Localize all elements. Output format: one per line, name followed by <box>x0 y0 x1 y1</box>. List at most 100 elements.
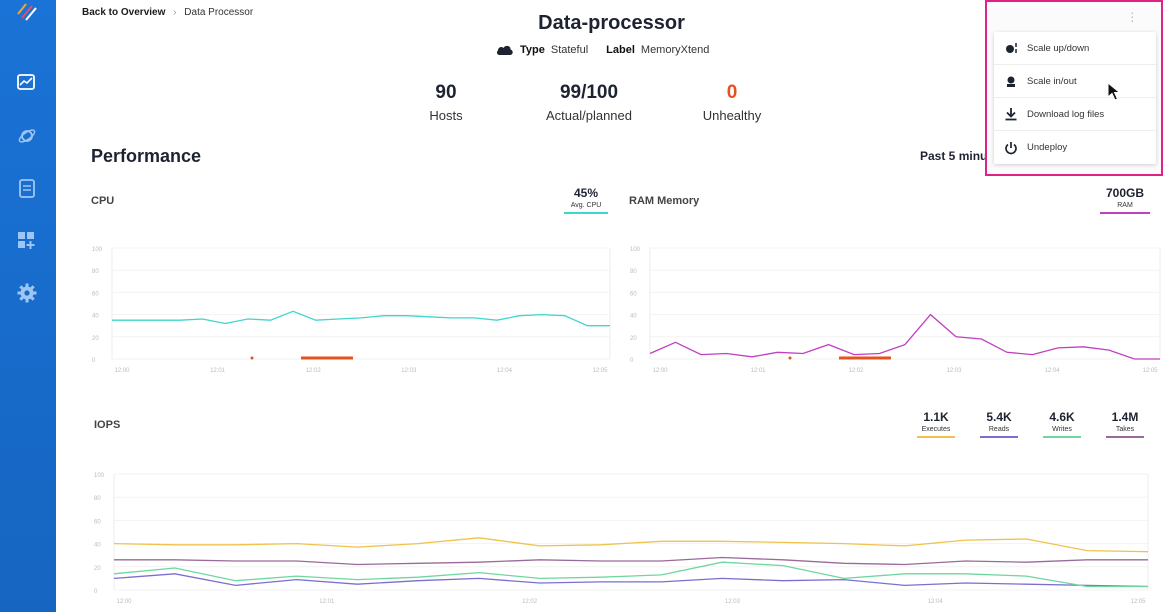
series-line <box>113 537 1149 553</box>
ram-chart: 0 20 40 60 80 100 12:00 12:01 12:02 12:03 12:04 12:… <box>630 247 1161 374</box>
alert-dot <box>250 356 254 360</box>
y-tick-label: 20 <box>94 566 101 572</box>
y-tick-label: 80 <box>94 496 101 502</box>
kpi-label: Writes <box>1052 426 1072 433</box>
kpi-legend-bar <box>917 436 955 438</box>
x-tick-label: 12:05 <box>592 368 608 374</box>
x-tick-label: 12:05 <box>1130 599 1146 605</box>
y-tick-label: 40 <box>92 314 99 320</box>
ram-kpi: 700GB RAM <box>1100 186 1150 214</box>
kpi-legend-bar <box>564 212 608 214</box>
mouse-cursor-icon <box>1107 82 1121 101</box>
kpi-value: 45% <box>573 186 599 200</box>
label-value: MemoryXtend <box>640 44 710 56</box>
actions-menu: Scale up/down Scale in/out Download log … <box>994 32 1156 164</box>
menu-item-scale-in-out[interactable]: Scale in/out <box>994 65 1156 98</box>
menu-item-label: Scale in/out <box>1027 75 1077 87</box>
scale-in-out-icon <box>1004 74 1018 88</box>
menu-item-download-log-files[interactable]: Download log files <box>994 98 1156 131</box>
y-tick-label: 60 <box>92 291 99 297</box>
y-tick-label: 60 <box>630 291 637 297</box>
x-tick-label: 12:03 <box>946 368 962 374</box>
series-line <box>112 310 610 327</box>
iops-kpi-executes: 1.1K Executes <box>917 410 955 438</box>
scale-up-down-icon <box>1004 41 1018 55</box>
series-line <box>114 556 1148 566</box>
performance-title: Performance <box>91 146 202 166</box>
type-label: Type <box>520 44 545 56</box>
kpi-label: Takes <box>1115 426 1135 433</box>
time-range-selector[interactable]: Past 5 minut <box>920 149 991 163</box>
y-tick-label: 60 <box>94 519 101 525</box>
kpi-value: 700GB <box>1105 186 1145 200</box>
stat-label: Hosts <box>429 108 463 123</box>
menu-item-undeploy[interactable]: Undeploy <box>994 131 1156 164</box>
stat-hosts: 90 Hosts <box>406 82 486 123</box>
stat-value: 99/100 <box>559 82 619 103</box>
kpi-value: 1.1K <box>923 410 949 424</box>
y-tick-label: 20 <box>630 336 637 342</box>
x-tick-label: 12:05 <box>1142 368 1158 374</box>
menu-item-scale-up-down[interactable]: Scale up/down <box>994 32 1156 65</box>
iops-kpi-takes: 1.4M Takes <box>1106 410 1144 438</box>
stat-value: 90 <box>435 82 457 103</box>
planet-icon[interactable] <box>15 124 39 148</box>
cloud-icon <box>496 45 513 55</box>
y-tick-label: 0 <box>94 589 98 595</box>
dashboard-add-icon[interactable] <box>15 229 39 253</box>
cpu-chart: 0 20 40 60 80 100 12:00 12:01 12:02 12:03 12:04 12:… <box>92 247 611 374</box>
logo-icon <box>17 3 37 21</box>
clipboard-icon[interactable] <box>15 176 39 200</box>
x-tick-label: 12:00 <box>114 368 130 374</box>
alert-dot <box>788 356 792 360</box>
stat-value: 0 <box>726 82 738 103</box>
iops-kpi-writes: 4.6K Writes <box>1043 410 1081 438</box>
more-options-icon[interactable]: · · · <box>1130 5 1135 27</box>
cpu-kpi: 45% Avg. CPU <box>564 186 608 214</box>
x-tick-label: 12:04 <box>928 599 944 605</box>
monitor-icon[interactable] <box>15 71 39 95</box>
kpi-value: 1.4M <box>1111 410 1139 424</box>
x-tick-label: 12:02 <box>848 368 864 374</box>
ram-chart-label: RAM Memory <box>629 195 700 207</box>
y-tick-label: 40 <box>94 543 101 549</box>
kpi-value: 5.4K <box>986 410 1012 424</box>
stat-label: Actual/planned <box>545 108 632 123</box>
x-tick-label: 12:01 <box>750 368 766 374</box>
download-icon <box>1004 107 1018 121</box>
label-label: Label <box>606 44 635 56</box>
y-tick-label: 100 <box>94 473 105 479</box>
kpi-value: 4.6K <box>1049 410 1075 424</box>
y-tick-label: 100 <box>92 247 103 253</box>
kpi-legend-bar <box>1100 212 1150 214</box>
x-tick-label: 12:01 <box>319 599 335 605</box>
y-tick-label: 80 <box>92 269 99 275</box>
menu-item-label: Scale up/down <box>1027 42 1090 54</box>
y-tick-label: 0 <box>92 358 96 364</box>
power-icon <box>1004 141 1018 155</box>
kpi-label: Avg. CPU <box>570 202 602 209</box>
x-tick-label: 12:03 <box>401 368 417 374</box>
actions-menu-panel: · · · Scale up/down Scale in/out Download … <box>985 0 1163 176</box>
kpi-label: Executes <box>921 426 951 433</box>
stat-label: Unhealthy <box>702 108 762 123</box>
iops-chart-label: IOPS <box>94 419 121 431</box>
cpu-chart-label: CPU <box>91 195 115 207</box>
stat-unhealthy: 0 Unhealthy <box>692 82 772 123</box>
menu-item-label: Undeploy <box>1027 142 1068 153</box>
kpi-legend-bar <box>980 436 1018 438</box>
y-tick-label: 0 <box>630 358 634 364</box>
x-tick-label: 12:04 <box>497 368 513 374</box>
x-tick-label: 12:00 <box>116 599 132 605</box>
x-tick-label: 12:03 <box>725 599 741 605</box>
y-tick-label: 20 <box>92 336 99 342</box>
y-tick-label: 40 <box>630 314 637 320</box>
kpi-legend-bar <box>1043 436 1081 438</box>
y-tick-label: 100 <box>630 247 641 253</box>
menu-item-label: Download log files <box>1027 108 1105 120</box>
kpi-legend-bar <box>1106 436 1144 438</box>
settings-gear-icon[interactable] <box>15 281 39 305</box>
iops-kpi-reads: 5.4K Reads <box>980 410 1018 438</box>
y-tick-label: 80 <box>630 269 637 275</box>
service-meta: Type Stateful Label MemoryXtend <box>496 44 709 56</box>
